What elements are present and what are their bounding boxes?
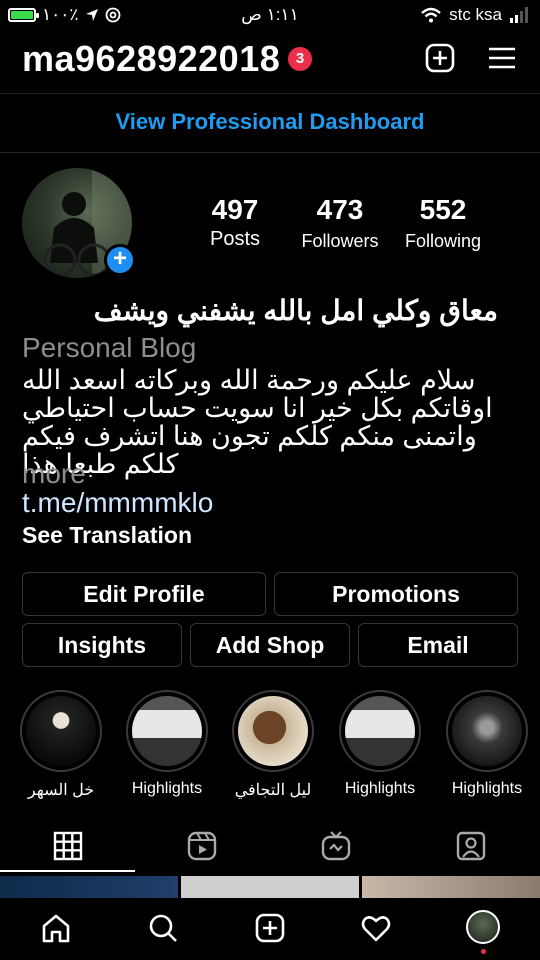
- notification-dot: [481, 949, 486, 954]
- status-right: stc ksa: [421, 5, 530, 25]
- tagged-icon[interactable]: [455, 830, 487, 862]
- email-button[interactable]: Email: [358, 623, 518, 667]
- highlight-caption: Highlights: [131, 780, 203, 797]
- notification-badge: 3: [288, 47, 313, 71]
- home-icon[interactable]: [40, 912, 72, 944]
- posts-label: Posts: [209, 228, 261, 250]
- story-highlight[interactable]: Highlights: [126, 690, 208, 797]
- add-shop-button[interactable]: Add Shop: [190, 623, 350, 667]
- grid-icon[interactable]: [52, 830, 84, 862]
- highlight-caption: خل السهر: [27, 782, 95, 799]
- view-professional-dashboard-link[interactable]: View Professional Dashboard: [0, 96, 540, 148]
- insights-button[interactable]: Insights: [22, 623, 182, 667]
- username-switcher[interactable]: ma9628922018 3: [22, 38, 313, 80]
- followers-stat[interactable]: 473 Followers: [288, 194, 392, 252]
- followers-label: Followers: [301, 231, 379, 251]
- header-divider: [0, 93, 540, 94]
- highlight-cover: [345, 696, 415, 766]
- profile-tab-avatar[interactable]: [466, 910, 500, 944]
- signal-bars-icon: [510, 7, 528, 23]
- posts-count: 497: [211, 194, 259, 225]
- create-icon[interactable]: [254, 912, 286, 944]
- heart-icon[interactable]: [360, 912, 392, 944]
- highlight-caption: ليل التجافي: [234, 782, 312, 799]
- highlight-cover: [238, 696, 308, 766]
- active-tab-indicator: [0, 870, 135, 872]
- highlight-cover: [132, 696, 202, 766]
- edit-profile-button[interactable]: Edit Profile: [22, 572, 266, 616]
- followers-count: 473: [316, 194, 364, 225]
- highlight-caption: Highlights: [344, 780, 416, 797]
- story-highlight[interactable]: ليل التجافي: [232, 690, 314, 799]
- profile-display-name: معاق وكلي امل بالله يشفني ويشف: [93, 295, 498, 326]
- highlight-ring: [232, 690, 314, 772]
- profile-header: ma9628922018 3: [0, 36, 540, 84]
- following-count: 552: [419, 194, 467, 225]
- highlight-cover: [452, 696, 522, 766]
- bio-text: سلام عليكم ورحمة الله وبركاته اسعد الله …: [22, 365, 493, 479]
- post-thumbnail[interactable]: [0, 876, 178, 898]
- hamburger-menu-icon[interactable]: [486, 42, 518, 74]
- bio-more-link[interactable]: more: [22, 458, 86, 490]
- highlight-cover: [26, 696, 96, 766]
- plus-square-icon[interactable]: [424, 42, 456, 74]
- promotions-button[interactable]: Promotions: [274, 572, 518, 616]
- highlight-ring: [20, 690, 102, 772]
- post-thumbnail[interactable]: [362, 876, 540, 898]
- search-icon[interactable]: [147, 912, 179, 944]
- story-highlight[interactable]: Highlights: [446, 690, 528, 797]
- highlight-ring: [446, 690, 528, 772]
- wifi-icon: [421, 7, 441, 23]
- highlight-ring: [126, 690, 208, 772]
- following-stat[interactable]: 552 Following: [394, 194, 492, 252]
- posts-stat[interactable]: 497 Posts: [190, 194, 280, 251]
- carrier-name: stc ksa: [449, 5, 502, 24]
- following-label: Following: [404, 231, 482, 251]
- highlight-ring: [339, 690, 421, 772]
- igtv-icon[interactable]: [320, 830, 352, 862]
- profile-category: Personal Blog: [22, 332, 197, 363]
- post-thumbnail[interactable]: [181, 876, 359, 898]
- username: ma9628922018: [22, 38, 281, 79]
- status-bar: ١٠٠٪ ١:١١ ص stc ksa: [0, 0, 540, 32]
- story-highlight[interactable]: خل السهر: [20, 690, 102, 799]
- highlight-caption: Highlights: [451, 780, 523, 797]
- profile-tabs: [0, 822, 540, 872]
- dashboard-divider: [0, 152, 540, 153]
- reels-icon[interactable]: [186, 830, 218, 862]
- bottom-navigation: [0, 898, 540, 960]
- add-story-button[interactable]: +: [104, 244, 136, 276]
- story-highlight[interactable]: Highlights: [339, 690, 421, 797]
- bio-website-link[interactable]: t.me/mmmmklo: [22, 487, 213, 519]
- see-translation-link[interactable]: See Translation: [22, 522, 192, 549]
